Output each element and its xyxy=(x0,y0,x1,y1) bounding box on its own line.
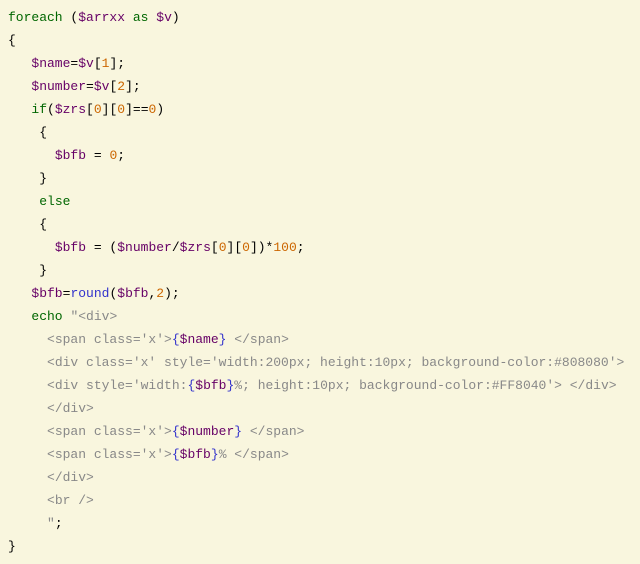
code-line-21: <span class='x'>{$bfb}% </span> xyxy=(8,443,632,466)
code-line-4: $name=$v[1]; xyxy=(8,52,632,75)
code-line-13: } xyxy=(8,259,632,282)
code-line-6: if($zrs[0][0]==0) xyxy=(8,98,632,121)
code-line-20: <span class='x'>{$number} </span> xyxy=(8,420,632,443)
var-zrs: $zrs xyxy=(55,102,86,117)
code-line-15: echo "<div> xyxy=(8,305,632,328)
var-number: $number xyxy=(31,79,86,94)
code-line-22: </div> xyxy=(8,466,632,489)
kw-if: if xyxy=(31,102,47,117)
code-line-16: <span class='x'>{$name} </span> xyxy=(8,328,632,351)
code-line-19: </div> xyxy=(8,397,632,420)
kw-foreach: foreach xyxy=(8,10,63,25)
code-line-23: <br /> xyxy=(8,489,632,512)
var-arrxx: $arrxx xyxy=(78,10,125,25)
var-v: $v xyxy=(156,10,172,25)
code-line-17: <div class='x' style='width:200px; heigh… xyxy=(8,351,632,374)
code-line-8: $bfb = 0; xyxy=(8,144,632,167)
var-bfb: $bfb xyxy=(55,148,86,163)
code-line-5: $number=$v[2]; xyxy=(8,75,632,98)
kw-as: as xyxy=(133,10,149,25)
code-line-11: { xyxy=(8,213,632,236)
fn-round: round xyxy=(70,286,109,301)
code-line-18: <div style='width:{$bfb}%; height:10px; … xyxy=(8,374,632,397)
code-line-24: "; xyxy=(8,512,632,535)
code-line-2: { xyxy=(8,29,632,52)
kw-else: else xyxy=(39,194,70,209)
code-line-14: $bfb=round($bfb,2); xyxy=(8,282,632,305)
code-line-10: else xyxy=(8,190,632,213)
code-line-1: foreach ($arrxx as $v) xyxy=(8,6,632,29)
code-line-25: } xyxy=(8,535,632,558)
code-line-12: $bfb = ($number/$zrs[0][0])*100; xyxy=(8,236,632,259)
code-line-7: { xyxy=(8,121,632,144)
code-line-9: } xyxy=(8,167,632,190)
kw-echo: echo xyxy=(31,309,62,324)
var-name: $name xyxy=(31,56,70,71)
